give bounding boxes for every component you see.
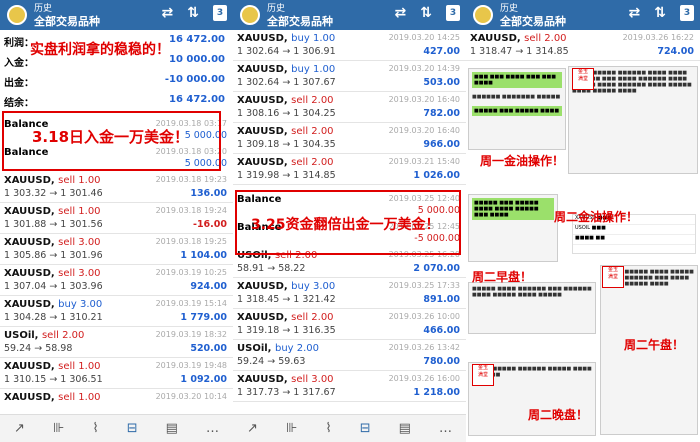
quotes-icon[interactable]: ↗	[247, 421, 258, 436]
annotation-caption: 3.25资金翻倍出金一万美金！	[251, 217, 440, 233]
chat-screenshot: ■■■■■ ■■■ ■■■■■ ■■■■ ■■■■ ■■■■■ ■■■ ■■■■	[468, 194, 558, 262]
annotation-caption: 周二早盘！	[472, 270, 533, 284]
chat-screenshot: ■■■ ■■■ ■■■■ ■■■ ■■■ ■■■■ ■■■■■■ ■■■■■■■ …	[468, 68, 566, 150]
trade-row[interactable]: XAUUSD, sell 2.00 1 319.18 → 1 316.35 20…	[233, 309, 466, 340]
bottom-nav: ↗ ⊪ ⌇ ⊟ ▤ …	[0, 414, 233, 442]
app-header: 历史 全部交易品种 ⇄ ⇅ 3	[0, 0, 233, 30]
annotation-caption: 3.18日入金一万美金！	[32, 128, 190, 146]
header-subtitle[interactable]: 全部交易品种	[34, 13, 100, 29]
sort-icon[interactable]: ⇅	[187, 5, 199, 21]
annotation-caption: 实盘利润拿的稳稳的！	[30, 42, 170, 58]
trade-icon[interactable]: ⌇	[92, 421, 98, 436]
seal-stamp: 金玉 满堂	[472, 364, 494, 386]
chat-screenshot: ■■■■■ ■■■■ ■■■■■■ ■■■ ■■■■■■ ■■■■ ■■■■■ …	[468, 282, 596, 334]
sort-icon[interactable]: ⇅	[420, 5, 432, 21]
summary-row: 结余： 16 472.00	[4, 94, 225, 109]
calendar-icon[interactable]: 3	[680, 5, 694, 21]
header-subtitle[interactable]: 全部交易品种	[500, 13, 566, 29]
app-logo-icon	[473, 5, 493, 25]
seal-stamp: 金玉 满堂	[572, 68, 594, 90]
chart-icon[interactable]: ⊪	[286, 421, 297, 436]
app-header: 历史 全部交易品种 ⇄ ⇅ 3	[233, 0, 466, 30]
trade-row[interactable]: XAUUSD, buy 3.00 1 318.45 → 1 321.42 201…	[233, 278, 466, 309]
annotation-caption: 周二金油操作！	[554, 210, 639, 224]
trade-row[interactable]: XAUUSD, sell 1.00 1 310.15 → 1 306.51 20…	[0, 358, 233, 389]
trade-row[interactable]: XAUUSD, buy 1.00 1 302.64 → 1 306.91 201…	[233, 30, 466, 61]
bottom-nav: ↗ ⊪ ⌇ ⊟ ▤ …	[233, 414, 466, 442]
trade-row[interactable]: XAUUSD, buy 3.00 1 304.28 → 1 310.21 201…	[0, 296, 233, 327]
calendar-icon[interactable]: 3	[213, 5, 227, 21]
annotation-caption: 周二晚盘！	[528, 408, 589, 422]
trade-row[interactable]: XAUUSD, sell 2.00 1 318.47 → 1 314.85 20…	[466, 30, 700, 61]
history-icon[interactable]: ⊟	[360, 421, 371, 436]
summary-row: 出金： -10 000.00	[4, 74, 225, 89]
currency-filter-icon[interactable]: ⇄	[162, 5, 174, 21]
app-logo-icon	[240, 5, 260, 25]
chat-icon[interactable]: …	[206, 421, 219, 436]
chat-icon[interactable]: …	[439, 421, 452, 436]
news-icon[interactable]: ▤	[399, 421, 411, 436]
app-header: 历史 全部交易品种 ⇄ ⇅ 3	[466, 0, 700, 30]
trade-row[interactable]: XAUUSD, buy 1.00 1 302.64 → 1 307.67 201…	[233, 61, 466, 92]
sort-icon[interactable]: ⇅	[654, 5, 666, 21]
trade-row[interactable]: USOil, sell 2.00 59.24 → 58.98 2019.03.1…	[0, 327, 233, 358]
currency-filter-icon[interactable]: ⇄	[395, 5, 407, 21]
trade-row[interactable]: XAUUSD, sell 3.00 1 317.73 → 1 317.67 20…	[233, 371, 466, 402]
app-logo-icon	[7, 5, 27, 25]
chart-icon[interactable]: ⊪	[53, 421, 64, 436]
screenshot-panel-1: 历史 全部交易品种 ⇄ ⇅ 3 利润： 16 472.00 入金： 10 000.00 …	[0, 0, 233, 442]
calendar-icon[interactable]: 3	[446, 5, 460, 21]
trade-row[interactable]: XAUUSD, sell 1.00 1 303.32 → 1 301.46 20…	[0, 172, 233, 203]
trade-row[interactable]: XAUUSD, sell 2.00 1 319.98 → 1 314.85 20…	[233, 154, 466, 185]
annotation-caption: 周二午盘！	[624, 338, 685, 352]
trade-row[interactable]: XAUUSD, sell 3.00 1 307.04 → 1 303.96 20…	[0, 265, 233, 296]
screenshot-panel-3: 历史 全部交易品种 ⇄ ⇅ 3 XAUUSD, sell 2.00 1 318.47…	[466, 0, 700, 442]
trade-row[interactable]: XAUUSD, sell 1.00 1 301.88 → 1 301.56 20…	[0, 203, 233, 234]
trade-icon[interactable]: ⌇	[325, 421, 331, 436]
news-icon[interactable]: ▤	[166, 421, 178, 436]
screenshot-panel-2: 历史 全部交易品种 ⇄ ⇅ 3 XAUUSD, buy 1.00 1 302.64 …	[233, 0, 466, 442]
header-subtitle[interactable]: 全部交易品种	[267, 13, 333, 29]
seal-stamp: 金玉 满堂	[602, 266, 624, 288]
history-icon[interactable]: ⊟	[127, 421, 138, 436]
trade-row[interactable]: USOil, buy 2.00 59.24 → 59.63 2019.03.26…	[233, 340, 466, 371]
trade-row[interactable]: XAUUSD, sell 2.00 1 309.18 → 1 304.35 20…	[233, 123, 466, 154]
trade-row[interactable]: XAUUSD, sell 3.00 1 305.86 → 1 301.96 20…	[0, 234, 233, 265]
currency-filter-icon[interactable]: ⇄	[629, 5, 641, 21]
quotes-icon[interactable]: ↗	[14, 421, 25, 436]
trade-row[interactable]: XAUUSD, sell 2.00 1 308.16 → 1 304.25 20…	[233, 92, 466, 123]
annotation-caption: 周一金油操作！	[480, 154, 565, 168]
